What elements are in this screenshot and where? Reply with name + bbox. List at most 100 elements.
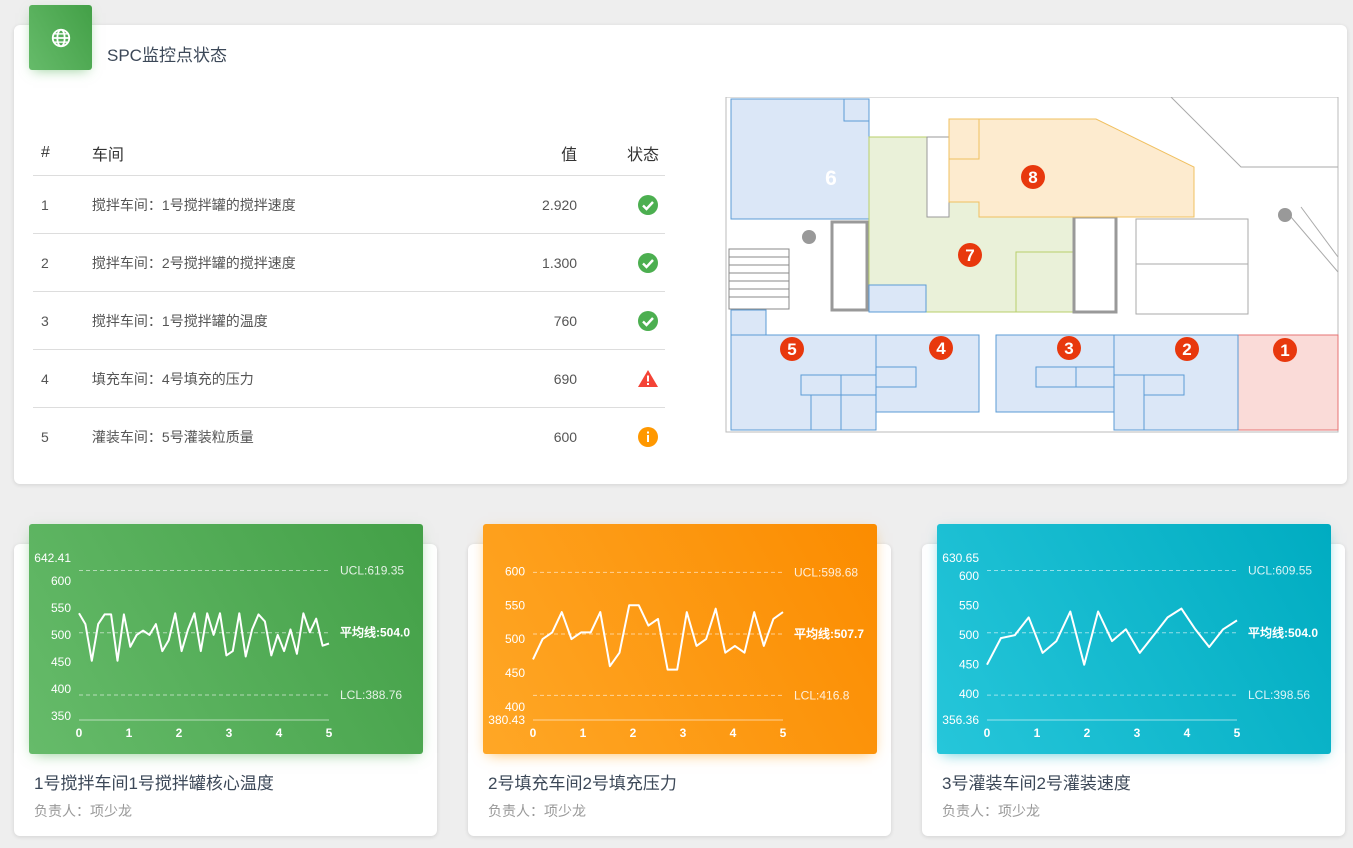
warning-triangle-icon xyxy=(638,369,658,387)
y-tick-label: 630.65 xyxy=(942,551,979,565)
factory-floorplan: 6 8 7 5 4 3 2 1 xyxy=(725,97,1339,433)
ucl-label: UCL:598.68 xyxy=(794,565,858,579)
svg-text:1: 1 xyxy=(1280,341,1289,360)
ucl-label: UCL:609.55 xyxy=(1248,563,1312,577)
chart-owner: 负责人：项少龙 xyxy=(34,803,132,819)
chart-owner: 负责人：项少龙 xyxy=(488,803,586,819)
series-line xyxy=(986,607,1238,666)
table-header-row: # 车间 值 状态 xyxy=(33,131,665,176)
chart-header-3: 630.65 600 550 500 450 400 356.36 0 1 2 3 4 5 UCL:609… xyxy=(937,524,1331,754)
zone-marker-4[interactable]: 4 xyxy=(929,336,953,360)
row-status xyxy=(578,349,665,408)
y-tick-label: 600 xyxy=(51,574,71,588)
x-tick-label: 5 xyxy=(326,726,333,740)
x-tick-label: 5 xyxy=(1234,726,1241,740)
check-circle-icon xyxy=(638,310,658,331)
y-tick-label: 400 xyxy=(959,687,979,701)
row-workshop: 填充车间：4号填充的压力 xyxy=(90,349,423,408)
row-workshop: 搅拌车间：1号搅拌罐的搅拌速度 xyxy=(90,175,423,234)
card-title: SPC监控点状态 xyxy=(107,46,227,65)
y-tick-label: 400 xyxy=(505,700,525,714)
chart-title: 1号搅拌车间1号搅拌罐核心温度 xyxy=(34,774,274,793)
row-index: 4 xyxy=(33,349,91,408)
spc-table: # 车间 值 状态 1 搅拌车间：1号搅拌罐的搅拌速度 2.920 2 搅拌车间：2号搅… xyxy=(33,131,665,465)
chart-card-2[interactable]: 600 550 500 450 400 380.43 0 1 2 3 4 5 UCL:598.68 平均线… xyxy=(468,524,891,836)
spc-line-chart-3: 630.65 600 550 500 450 400 356.36 0 1 2 3 4 5 UCL:609… xyxy=(942,551,1318,740)
row-index: 3 xyxy=(33,291,91,350)
chart-card-3[interactable]: 630.65 600 550 500 450 400 356.36 0 1 2 3 4 5 UCL:609… xyxy=(922,524,1345,836)
x-tick-label: 3 xyxy=(1134,726,1141,740)
svg-text:5: 5 xyxy=(787,340,796,359)
lcl-label: LCL:416.8 xyxy=(794,688,850,702)
table-row[interactable]: 2 搅拌车间：2号搅拌罐的搅拌速度 1.300 xyxy=(33,233,665,292)
x-tick-label: 2 xyxy=(1084,726,1091,740)
row-workshop: 灌装车间：5号灌装粒质量 xyxy=(91,428,254,445)
zone-3[interactable] xyxy=(995,334,1115,413)
check-circle-icon xyxy=(638,252,658,273)
table-row[interactable]: 3 搅拌车间：1号搅拌罐的温度 760 xyxy=(33,291,665,350)
table-row[interactable]: 1 搅拌车间：1号搅拌罐的搅拌速度 2.920 xyxy=(33,175,665,234)
zone-4[interactable] xyxy=(875,334,980,413)
col-header-workshop: 车间 xyxy=(90,131,423,176)
x-tick-label: 3 xyxy=(680,726,687,740)
zone-marker-8[interactable]: 8 xyxy=(1021,165,1045,189)
y-tick-label: 380.43 xyxy=(488,713,525,727)
x-tick-label: 4 xyxy=(730,726,737,740)
row-value: 690 xyxy=(422,349,579,408)
y-tick-label: 550 xyxy=(959,599,979,613)
col-header-value: 值 xyxy=(422,131,579,176)
x-tick-label: 1 xyxy=(1034,726,1041,740)
x-tick-label: 0 xyxy=(76,726,83,740)
y-tick-label: 550 xyxy=(51,601,71,615)
info-circle-icon xyxy=(638,426,658,447)
chart-title: 3号灌装车间2号灌装速度 xyxy=(942,774,1131,793)
globe-icon xyxy=(51,28,70,47)
card-icon-badge xyxy=(29,5,92,70)
svg-text:7: 7 xyxy=(965,246,974,265)
check-circle-icon xyxy=(638,194,658,215)
x-tick-label: 0 xyxy=(984,726,991,740)
lcl-label: LCL:388.76 xyxy=(340,688,402,702)
row-value: 600 xyxy=(553,428,578,445)
y-tick-label: 356.36 xyxy=(942,713,979,727)
chart-card-1[interactable]: 642.41 600 550 500 450 400 350 0 1 2 3 4 5 UCL:619.35… xyxy=(14,524,437,836)
table-row[interactable]: 4 填充车间：4号填充的压力 690 xyxy=(33,349,665,408)
row-value: 760 xyxy=(422,291,579,350)
chart-header-1: 642.41 600 550 500 450 400 350 0 1 2 3 4 5 UCL:619.35… xyxy=(29,524,423,754)
y-tick-label: 350 xyxy=(51,709,71,723)
average-label: 平均线:507.7 xyxy=(794,626,864,641)
row-status xyxy=(578,408,665,466)
x-tick-label: 5 xyxy=(780,726,787,740)
svg-text:6: 6 xyxy=(825,167,837,190)
average-label: 平均线:504.0 xyxy=(1248,625,1318,640)
x-tick-label: 2 xyxy=(630,726,637,740)
spc-status-card: SPC监控点状态 # 车间 值 状态 1 搅拌车间：1号搅拌罐的搅拌速度 2.920… xyxy=(14,5,1347,484)
spc-line-chart-1: 642.41 600 550 500 450 400 350 0 1 2 3 4 5 UCL:619.35… xyxy=(34,551,410,740)
svg-text:2: 2 xyxy=(1182,340,1191,359)
x-tick-label: 4 xyxy=(276,726,283,740)
x-tick-label: 1 xyxy=(580,726,587,740)
zone-marker-7[interactable]: 7 xyxy=(958,243,982,267)
x-tick-label: 3 xyxy=(226,726,233,740)
zone-marker-6[interactable]: 6 xyxy=(825,167,837,190)
y-tick-label: 500 xyxy=(51,628,71,642)
col-header-status: 状态 xyxy=(578,131,665,176)
svg-text:3: 3 xyxy=(1064,339,1073,358)
zone-marker-1[interactable]: 1 xyxy=(1273,338,1297,362)
spc-line-chart-2: 600 550 500 450 400380.43 0 1 2 3 4 5 UCL:598.68 平均线… xyxy=(488,565,864,740)
svg-text:8: 8 xyxy=(1028,168,1037,187)
row-workshop: 搅拌车间：2号搅拌罐的搅拌速度 xyxy=(90,233,423,292)
table-row[interactable]: 5 灌装车间：5号灌装粒质量 600 xyxy=(33,408,665,466)
row-value: 2.920 xyxy=(422,175,579,234)
chart-owner: 负责人：项少龙 xyxy=(942,803,1040,819)
row-value: 1.300 xyxy=(422,233,579,292)
row-index: 5 xyxy=(41,428,49,445)
row-index: 1 xyxy=(33,175,91,234)
ucl-label: UCL:619.35 xyxy=(340,563,404,577)
chart-header-2: 600 550 500 450 400 380.43 0 1 2 3 4 5 UCL:598.68 平均线… xyxy=(483,524,877,754)
y-tick-label: 500 xyxy=(959,628,979,642)
zone-marker-5[interactable]: 5 xyxy=(780,337,804,361)
lcl-label: LCL:398.56 xyxy=(1248,688,1310,702)
zone-marker-2[interactable]: 2 xyxy=(1175,337,1199,361)
zone-marker-3[interactable]: 3 xyxy=(1057,336,1081,360)
